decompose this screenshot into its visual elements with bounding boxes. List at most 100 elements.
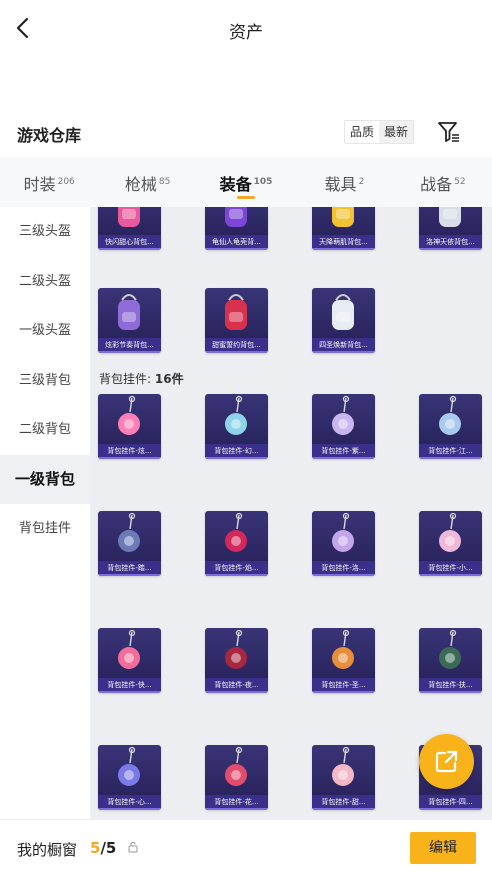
pendant-icon <box>225 512 247 552</box>
card-rarity-bar <box>312 457 375 459</box>
pendant-icon <box>118 746 140 786</box>
backpack-card[interactable]: 炫彩节奏背包... <box>98 288 161 353</box>
sidebar: 三级头盔 二级头盔 一级头盔 三级背包 二级背包 一级背包 背包挂件 <box>0 207 90 819</box>
card-rarity-bar <box>312 808 375 810</box>
backpack-icon <box>118 294 140 330</box>
sort-quality-option[interactable]: 品质 <box>345 121 379 143</box>
card-rarity-bar <box>205 351 268 353</box>
tab-label: 载具 <box>324 175 357 194</box>
card-rarity-bar <box>419 248 482 250</box>
group-count: 16件 <box>154 372 184 386</box>
tab-count: 206 <box>57 177 75 187</box>
backpack-card[interactable]: 洛神天依背包... <box>419 207 482 250</box>
backpack-icon <box>332 294 354 330</box>
tab-equipment[interactable]: 装备 105 <box>197 157 295 207</box>
card-rarity-bar <box>98 351 161 353</box>
pendant-card[interactable]: 背包挂件-江... <box>419 394 482 459</box>
edit-button[interactable]: 编辑 <box>410 832 476 864</box>
showcase-label: 我的橱窗 <box>17 841 78 859</box>
pendant-card[interactable]: 背包挂件-夜... <box>205 628 268 693</box>
backpack-icon <box>439 207 461 227</box>
sidebar-item-backpack-2[interactable]: 二级背包 <box>0 405 90 455</box>
pendant-card[interactable]: 背包挂件-圣... <box>312 628 375 693</box>
sidebar-item-backpack-1[interactable]: 一级背包 <box>0 454 90 504</box>
card-rarity-bar <box>205 248 268 250</box>
header: 资产 <box>0 0 492 58</box>
warehouse-title: 游戏仓库 <box>17 126 82 145</box>
card-rarity-bar <box>312 351 375 353</box>
backpack-icon <box>225 294 247 330</box>
tab-count: 105 <box>253 177 273 187</box>
card-rarity-bar <box>419 457 482 459</box>
sort-latest-option[interactable]: 最新 <box>379 121 414 143</box>
card-rarity-bar <box>98 574 161 576</box>
sidebar-item-helmet-2[interactable]: 二级头盔 <box>0 257 90 307</box>
pendant-card[interactable]: 背包挂件-洛... <box>312 511 375 576</box>
pendant-card[interactable]: 背包挂件-踏... <box>98 511 161 576</box>
card-rarity-bar <box>419 574 482 576</box>
backpack-icon <box>118 207 140 227</box>
backpack-card[interactable]: 天降萌肌背包... <box>312 207 375 250</box>
pendant-card[interactable]: 背包挂件-焰... <box>205 511 268 576</box>
tab-fashion[interactable]: 时装 206 <box>0 157 98 207</box>
filter-icon[interactable] <box>436 119 462 145</box>
backpack-card[interactable]: 甜蜜誓约背包... <box>205 288 268 353</box>
pendant-card[interactable]: 背包挂件-紫... <box>312 394 375 459</box>
tab-label: 战备 <box>420 175 453 194</box>
pendant-icon <box>332 746 354 786</box>
card-rarity-bar <box>205 691 268 693</box>
pendant-card[interactable]: 背包挂件-花... <box>205 745 268 810</box>
showcase-bar: 我的橱窗 5/5 编辑 <box>0 819 492 876</box>
card-rarity-bar <box>312 248 375 250</box>
pendant-icon <box>439 512 461 552</box>
group-label: 背包挂件: <box>99 372 152 386</box>
showcase-count: 5/5 <box>90 839 116 857</box>
pendant-icon <box>225 629 247 669</box>
pendant-group-title: 背包挂件: 16件 <box>99 370 184 387</box>
card-rarity-bar <box>98 248 161 250</box>
category-tabs: 时装 206 枪械 85 装备 105 载具 2 战备 52 <box>0 157 492 207</box>
pendant-icon <box>225 395 247 435</box>
pendant-card[interactable]: 背包挂件-甜... <box>312 745 375 810</box>
pendant-icon <box>439 629 461 669</box>
pendant-icon <box>332 512 354 552</box>
backpack-icon <box>225 207 247 227</box>
pendant-icon <box>118 629 140 669</box>
pendant-icon <box>118 395 140 435</box>
card-rarity-bar <box>205 808 268 810</box>
backpack-card[interactable]: 龟仙人龟壳背... <box>205 207 268 250</box>
pendant-icon <box>225 746 247 786</box>
sidebar-item-helmet-3[interactable]: 三级头盔 <box>0 207 90 257</box>
tab-count: 52 <box>454 177 466 187</box>
pendant-icon <box>332 629 354 669</box>
share-button[interactable] <box>419 734 474 789</box>
pendant-card[interactable]: 背包挂件-快... <box>98 628 161 693</box>
pendant-card[interactable]: 背包挂件-炫... <box>98 394 161 459</box>
tab-readiness[interactable]: 战备 52 <box>394 157 492 207</box>
sidebar-item-pendants[interactable]: 背包挂件 <box>0 504 90 554</box>
backpack-card[interactable]: 快闪甜心背包... <box>98 207 161 250</box>
pendant-icon <box>118 512 140 552</box>
card-rarity-bar <box>419 808 482 810</box>
showcase-current: 5 <box>90 839 101 857</box>
backpack-icon <box>332 207 354 227</box>
tab-vehicles[interactable]: 载具 2 <box>295 157 393 207</box>
tab-label: 装备 <box>219 175 252 194</box>
card-rarity-bar <box>312 691 375 693</box>
card-rarity-bar <box>98 457 161 459</box>
tab-count: 85 <box>158 177 171 187</box>
pendant-card[interactable]: 背包挂件-幻... <box>205 394 268 459</box>
backpack-card[interactable]: 四圣焕新背包... <box>312 288 375 353</box>
pendant-card[interactable]: 背包挂件-小... <box>419 511 482 576</box>
share-external-icon <box>435 750 458 773</box>
sidebar-item-helmet-1[interactable]: 一级头盔 <box>0 306 90 356</box>
item-grid: 背包挂件: 16件 快闪甜心背包... 龟仙人龟壳背... 天降萌肌背包... 洛神天… <box>90 207 492 819</box>
tab-guns[interactable]: 枪械 85 <box>98 157 196 207</box>
pendant-card[interactable]: 背包挂件-心... <box>98 745 161 810</box>
pendant-icon <box>439 395 461 435</box>
pendant-card[interactable]: 背包挂件-扶... <box>419 628 482 693</box>
lock-icon <box>128 841 138 853</box>
sidebar-item-backpack-3[interactable]: 三级背包 <box>0 356 90 406</box>
card-rarity-bar <box>98 691 161 693</box>
card-rarity-bar <box>98 808 161 810</box>
